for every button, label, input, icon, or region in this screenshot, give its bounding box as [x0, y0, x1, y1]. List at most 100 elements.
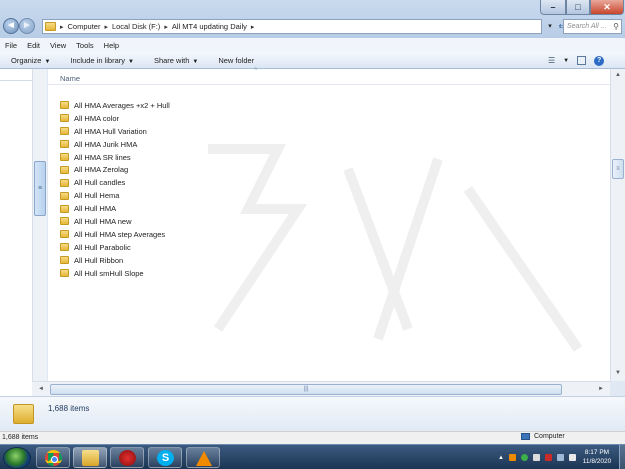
- system-tray: ▲: [498, 450, 578, 465]
- column-header-name[interactable]: Name ˄: [48, 67, 610, 85]
- vertical-scrollbar[interactable]: ▲ ≡ ▼: [610, 69, 625, 381]
- chevron-down-icon: ▼: [192, 58, 199, 65]
- folder-icon: [60, 269, 69, 278]
- horizontal-scrollbar[interactable]: ◄ ||| ►: [32, 381, 610, 396]
- back-button[interactable]: ◄: [3, 18, 19, 34]
- chevron-down-icon: ▼: [44, 58, 51, 65]
- maximize-button[interactable]: □: [566, 0, 590, 15]
- scroll-left-icon[interactable]: ◄: [34, 383, 48, 396]
- list-item[interactable]: All Hull HMA: [60, 202, 360, 215]
- chevron-down-icon: ▼: [128, 58, 134, 65]
- share-with-button[interactable]: Share with ▼: [154, 56, 198, 65]
- breadcrumb-computer[interactable]: Computer: [68, 22, 101, 31]
- explorer-taskbar-button[interactable]: [73, 447, 107, 468]
- new-folder-button[interactable]: New folder: [218, 56, 254, 65]
- chevron-right-icon: ▸: [60, 23, 64, 31]
- menu-file[interactable]: File: [5, 41, 17, 50]
- list-item[interactable]: All Hull candles: [60, 176, 360, 189]
- menu-edit[interactable]: Edit: [27, 41, 40, 50]
- chevron-right-icon: ▸: [250, 23, 255, 31]
- navigation-scroll-thumb[interactable]: ≡: [34, 161, 46, 216]
- volume-icon[interactable]: [568, 454, 576, 461]
- list-item-label: All Hull smHull Slope: [74, 268, 144, 278]
- minimize-button[interactable]: –: [540, 0, 566, 15]
- breadcrumb-current-folder[interactable]: All MT4 updating Daily: [172, 22, 247, 31]
- navigation-scrollbar[interactable]: ≡: [32, 69, 47, 400]
- navigation-pane[interactable]: ≡: [0, 69, 47, 400]
- chrome-taskbar-button[interactable]: [36, 447, 70, 468]
- folder-icon: [60, 230, 69, 239]
- list-item[interactable]: All HMA Averages +x2 + Hull: [60, 99, 360, 112]
- scroll-down-icon[interactable]: ▼: [611, 367, 625, 380]
- folder-icon: [60, 243, 69, 252]
- list-item[interactable]: All Hull smHull Slope: [60, 267, 360, 280]
- list-item[interactable]: All Hull Parabolic: [60, 241, 360, 254]
- folder-icon: [60, 178, 69, 187]
- folder-icon: [60, 140, 69, 149]
- list-item-label: All Hull HMA: [74, 204, 117, 214]
- menu-help[interactable]: Help: [104, 41, 119, 50]
- forward-button[interactable]: ►: [19, 18, 35, 34]
- list-item[interactable]: All HMA Hull Variation: [60, 125, 360, 138]
- list-item[interactable]: All HMA Zerolag: [60, 163, 360, 176]
- include-in-library-button[interactable]: Include in library ▼: [70, 56, 134, 65]
- list-item[interactable]: All Hull HMA new: [60, 215, 360, 228]
- folder-icon: [60, 153, 69, 161]
- start-button[interactable]: [3, 447, 31, 469]
- display-tray-icon[interactable]: [556, 454, 564, 461]
- list-item-label: All Hull candles: [74, 178, 126, 188]
- scroll-right-icon[interactable]: ►: [594, 383, 608, 396]
- list-item[interactable]: All Hull Ribbon: [60, 254, 360, 267]
- explorer-icon: [82, 450, 99, 466]
- breadcrumb-local-disk[interactable]: Local Disk (F:): [112, 22, 160, 31]
- list-item[interactable]: All HMA Jurik HMA: [60, 138, 360, 151]
- change-view-icon[interactable]: ☰: [548, 56, 555, 65]
- tray-expand-icon[interactable]: ▲: [498, 455, 504, 461]
- list-item[interactable]: All HMA SR lines: [60, 151, 360, 164]
- list-item-label: All Hull Hema: [74, 191, 120, 201]
- folder-icon: [60, 191, 69, 200]
- scroll-up-icon[interactable]: ▲: [611, 69, 625, 82]
- folder-icon: [60, 204, 69, 213]
- menu-bar: File Edit View Tools Help: [0, 38, 625, 52]
- gift-taskbar-button[interactable]: [110, 447, 144, 468]
- vertical-scroll-thumb[interactable]: ≡: [612, 159, 624, 179]
- vlc-tray-icon[interactable]: [508, 454, 516, 461]
- list-item-label: All HMA Jurik HMA: [74, 139, 138, 149]
- folder-icon: [60, 217, 69, 226]
- menu-tools[interactable]: Tools: [76, 41, 94, 50]
- list-item[interactable]: All Hull HMA step Averages: [60, 228, 360, 241]
- list-item-label: All Hull Ribbon: [74, 255, 124, 265]
- horizontal-scroll-thumb[interactable]: |||: [50, 384, 562, 395]
- action-center-icon[interactable]: [544, 454, 552, 461]
- chevron-down-icon[interactable]: ▼: [563, 58, 569, 64]
- preview-pane-icon[interactable]: [577, 56, 587, 65]
- organize-button[interactable]: Organize ▼: [11, 56, 50, 65]
- menu-view[interactable]: View: [50, 41, 66, 50]
- vlc-taskbar-button[interactable]: [186, 447, 220, 468]
- details-pane: 1,688 items: [0, 396, 625, 430]
- address-bar[interactable]: ▸ Computer ▸ Local Disk (F:) ▸ All MT4 u…: [42, 19, 542, 34]
- include-in-library-label: Include in library: [70, 55, 125, 65]
- search-input[interactable]: Search All ... ⚲: [563, 19, 622, 34]
- list-item[interactable]: All Hull Hema: [60, 189, 360, 202]
- taskbar-clock[interactable]: 8:17 PM 11/8/2020: [577, 448, 617, 466]
- skype-taskbar-button[interactable]: S: [148, 447, 182, 468]
- file-list[interactable]: Name ˄ All HMA Averages +x2 + Hull All H…: [48, 67, 610, 381]
- antivirus-tray-icon[interactable]: [520, 454, 528, 461]
- show-desktop-button[interactable]: [619, 445, 625, 469]
- clock-time: 8:17 PM: [584, 449, 610, 456]
- share-with-label: Share with: [153, 55, 190, 65]
- details-item-count: 1,688 items: [48, 404, 90, 413]
- list-item[interactable]: All HMA color: [60, 112, 360, 125]
- help-icon[interactable]: ?: [594, 55, 605, 66]
- list-item-label: All Hull Parabolic: [74, 242, 131, 252]
- folder-rows: All HMA Averages +x2 + Hull All HMA colo…: [60, 99, 360, 279]
- network-tray-icon[interactable]: [532, 454, 540, 461]
- computer-icon: [521, 433, 530, 440]
- window-controls: – □ ✕: [540, 0, 624, 15]
- address-dropdown-icon[interactable]: ▾: [544, 19, 556, 34]
- view-controls: ☰ ▼ ?: [548, 54, 622, 67]
- close-button[interactable]: ✕: [590, 0, 624, 15]
- status-location-label: Computer: [534, 433, 565, 440]
